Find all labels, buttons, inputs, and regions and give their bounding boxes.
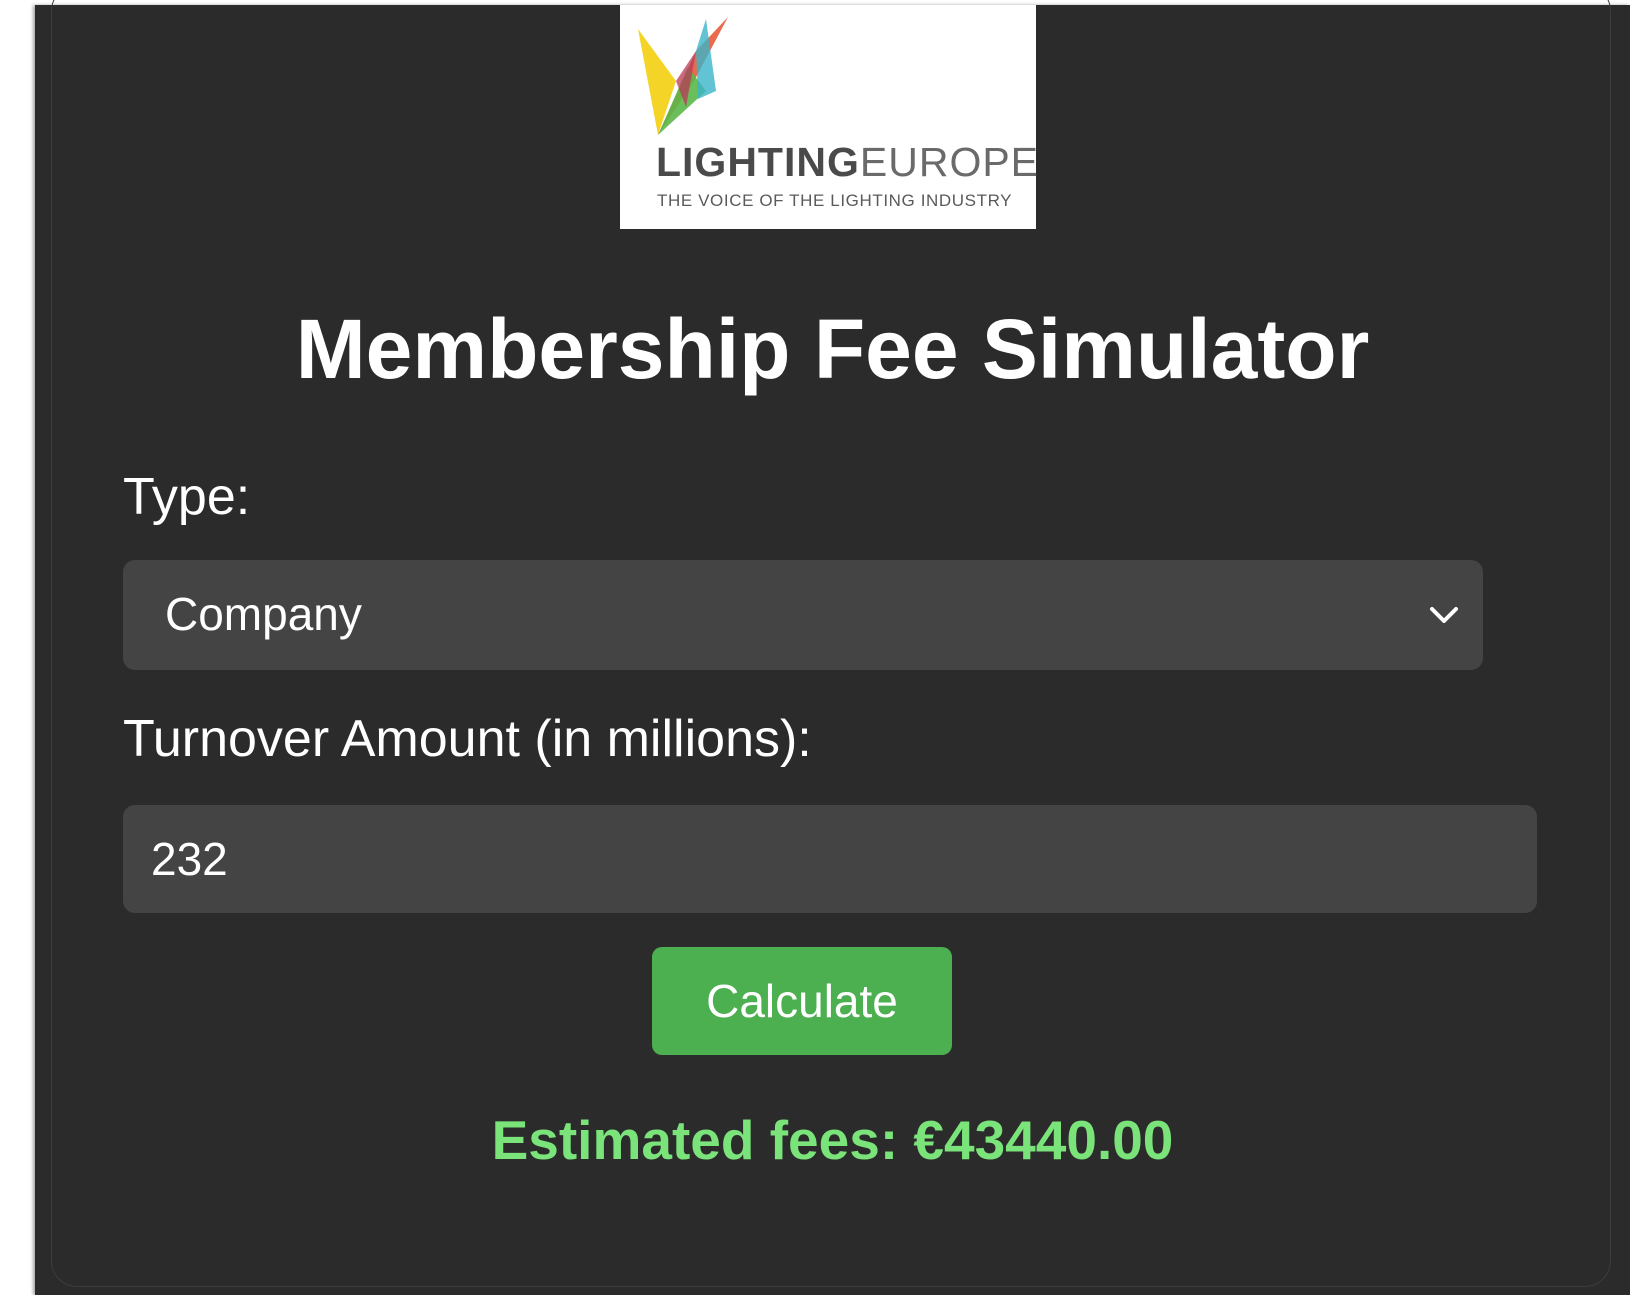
app-window: LIGHTINGEUROPE THE VOICE OF THE LIGHTING… <box>35 0 1630 1295</box>
estimated-fees-result: Estimated fees: €43440.00 <box>491 1109 1174 1171</box>
chevron-down-icon <box>1430 607 1458 623</box>
turnover-input[interactable] <box>123 805 1537 913</box>
type-select[interactable]: Company <box>123 560 1483 670</box>
type-label: Type: <box>123 468 251 526</box>
calculate-button[interactable]: Calculate <box>652 947 952 1055</box>
type-select-value: Company <box>165 588 362 640</box>
logo-wordmark: LIGHTINGEUROPE <box>656 139 1040 185</box>
page-title: Membership Fee Simulator <box>295 302 1370 396</box>
logo-mark-icon <box>638 17 728 135</box>
lightingeurope-logo: LIGHTINGEUROPE THE VOICE OF THE LIGHTING… <box>620 5 1040 229</box>
turnover-label: Turnover Amount (in millions): <box>123 710 812 768</box>
logo-tagline: THE VOICE OF THE LIGHTING INDUSTRY <box>657 191 1013 210</box>
